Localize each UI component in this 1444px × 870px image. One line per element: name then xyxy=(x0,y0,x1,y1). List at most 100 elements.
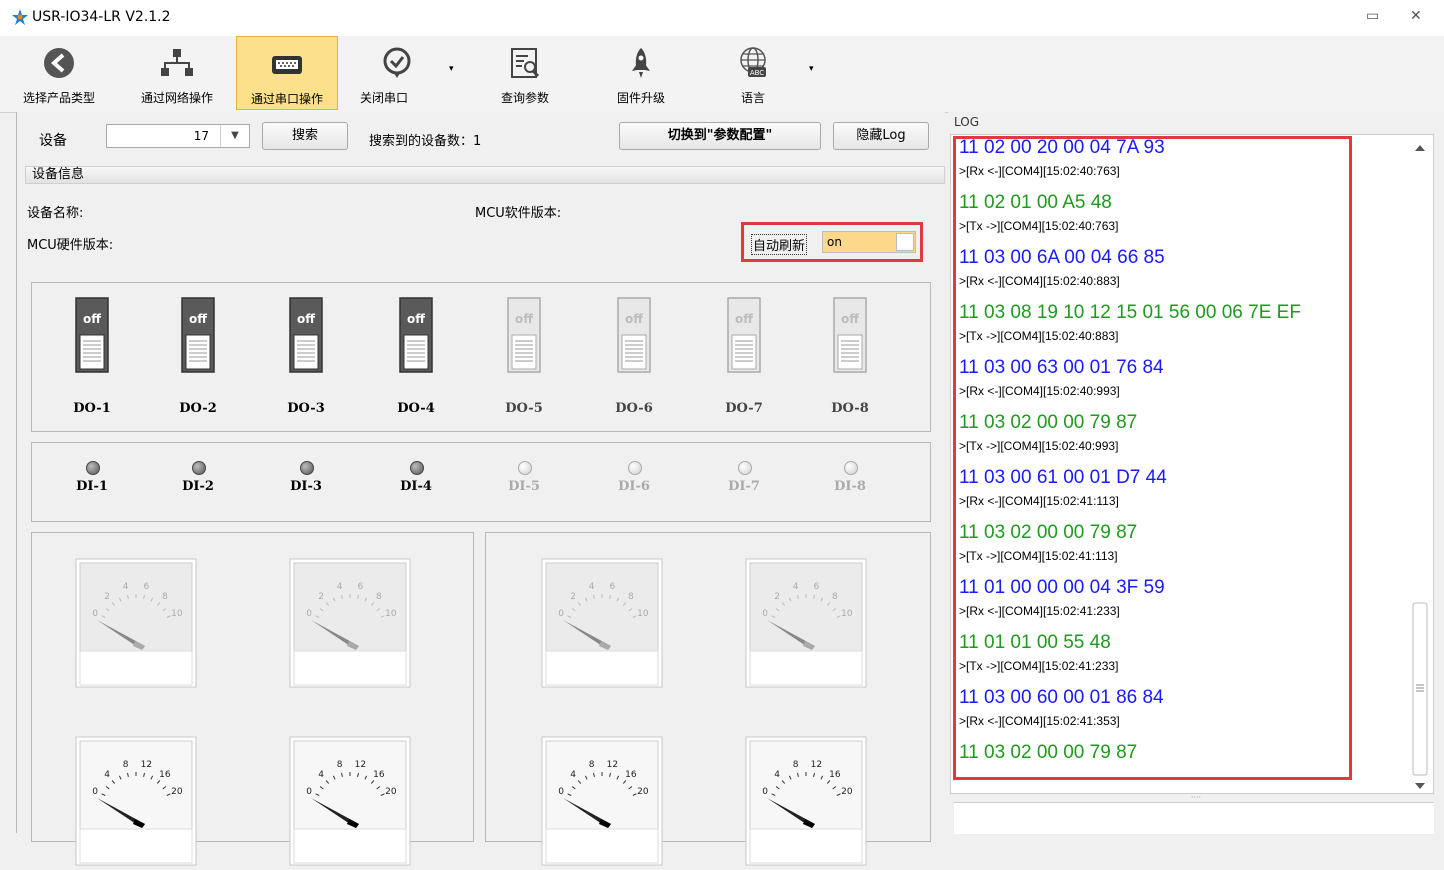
device-info-header: 设备信息 xyxy=(25,166,945,184)
svg-text:4: 4 xyxy=(589,582,595,592)
input-led-icon xyxy=(844,461,858,475)
svg-text:20: 20 xyxy=(171,787,183,797)
svg-text:12: 12 xyxy=(355,760,366,770)
title-bar: USR-IO34-LR V2.1.2 ▭ ✕ xyxy=(0,0,1444,37)
svg-text:20: 20 xyxy=(841,787,853,797)
input-led-icon xyxy=(300,461,314,475)
svg-text:off: off xyxy=(83,312,101,326)
input-label: DI-1 xyxy=(76,479,108,494)
voltage-gauge: 0 2 4 6 8 10 xyxy=(541,558,663,688)
chevron-down-icon[interactable]: ▾ xyxy=(809,64,814,74)
output-toggle-switch[interactable]: off xyxy=(75,297,109,373)
toolbar-label: 查询参数 xyxy=(500,91,549,105)
svg-text:8: 8 xyxy=(337,760,343,770)
close-serial-button[interactable]: 关闭串口 xyxy=(338,36,456,110)
device-value: 17 xyxy=(193,129,209,143)
log-meta-line: >[Rx <-][COM4][15:02:40:883] xyxy=(959,274,1120,288)
input-label: DI-6 xyxy=(618,479,650,494)
hide-log-button[interactable]: 隐藏Log xyxy=(833,122,929,150)
svg-text:2: 2 xyxy=(318,592,324,602)
svg-text:off: off xyxy=(297,312,315,326)
svg-text:0: 0 xyxy=(92,609,98,619)
current-gauge: 0 4 8 12 16 20 xyxy=(745,736,867,866)
input-label: DI-4 xyxy=(400,479,432,494)
network-operate-button[interactable]: 通过网络操作 xyxy=(118,36,236,110)
svg-text:0: 0 xyxy=(306,787,312,797)
input-led-icon xyxy=(518,461,532,475)
log-meta-line: >[Rx <-][COM4][15:02:41:233] xyxy=(959,604,1120,618)
svg-text:20: 20 xyxy=(385,787,397,797)
log-scrollbar[interactable] xyxy=(1411,137,1429,791)
output-toggle-switch[interactable]: off xyxy=(289,297,323,373)
toolbar-label: 通过网络操作 xyxy=(140,91,213,105)
svg-text:8: 8 xyxy=(123,760,129,770)
language-button[interactable]: ABC 语言 xyxy=(700,36,806,110)
toolbar-label: 语言 xyxy=(740,91,765,105)
output-toggle-switch[interactable]: off xyxy=(617,297,651,373)
search-button[interactable]: 搜索 xyxy=(262,122,348,150)
svg-text:10: 10 xyxy=(637,609,649,619)
output-toggle-switch[interactable]: off xyxy=(507,297,541,373)
svg-text:12: 12 xyxy=(607,760,618,770)
voltage-gauge: 0 2 4 6 8 10 xyxy=(75,558,197,688)
app-logo-icon xyxy=(12,9,28,25)
log-hex-line: 11 03 00 6A 00 04 66 85 xyxy=(959,247,1165,268)
current-gauge: 0 4 8 12 16 20 xyxy=(289,736,411,866)
output-toggle-switch[interactable]: off xyxy=(399,297,433,373)
svg-text:4: 4 xyxy=(774,770,780,780)
switch-config-button[interactable]: 切换到"参数配置" xyxy=(619,122,821,150)
send-textbox[interactable] xyxy=(954,802,1434,834)
svg-text:2: 2 xyxy=(104,592,110,602)
svg-text:8: 8 xyxy=(162,592,168,602)
svg-text:16: 16 xyxy=(373,770,385,780)
output-label: DO-1 xyxy=(73,401,111,416)
output-toggle-switch[interactable]: off xyxy=(833,297,867,373)
output-toggle-switch[interactable]: off xyxy=(181,297,215,373)
log-hex-line: 11 03 02 00 00 79 87 xyxy=(959,412,1138,433)
output-label: DO-2 xyxy=(179,401,217,416)
svg-text:0: 0 xyxy=(762,609,768,619)
svg-text:12: 12 xyxy=(141,760,152,770)
log-hex-line: 11 03 02 00 00 79 87 xyxy=(959,742,1138,763)
output-toggle-switch[interactable]: off xyxy=(727,297,761,373)
svg-text:0: 0 xyxy=(762,787,768,797)
toolbar-label: 通过串口操作 xyxy=(250,92,323,106)
close-button[interactable]: ✕ xyxy=(1410,8,1422,24)
log-meta-line: >[Rx <-][COM4][15:02:41:113] xyxy=(959,494,1119,508)
svg-text:16: 16 xyxy=(625,770,637,780)
svg-text:8: 8 xyxy=(832,592,838,602)
log-hex-line: 11 03 00 61 00 01 D7 44 xyxy=(959,467,1167,488)
log-hex-line: 11 02 00 20 00 04 7A 93 xyxy=(959,137,1165,158)
log-meta-line: >[Rx <-][COM4][15:02:40:763] xyxy=(959,164,1120,178)
auto-refresh-value: on xyxy=(827,235,842,249)
svg-text:10: 10 xyxy=(841,609,853,619)
svg-text:off: off xyxy=(515,312,533,326)
device-select[interactable]: 17 ▼ xyxy=(106,124,250,148)
input-label: DI-8 xyxy=(834,479,866,494)
svg-text:4: 4 xyxy=(318,770,324,780)
window-title: USR-IO34-LR V2.1.2 xyxy=(32,9,171,25)
mcu-software-version-label: MCU软件版本: xyxy=(475,206,562,221)
log-meta-line: >[Rx <-][COM4][15:02:41:353] xyxy=(959,714,1120,728)
chevron-down-icon[interactable]: ▼ xyxy=(220,125,249,147)
svg-text:4: 4 xyxy=(570,770,576,780)
toolbar-label: 固件升级 xyxy=(616,91,665,105)
svg-text:10: 10 xyxy=(385,609,397,619)
minimize-button[interactable]: ▭ xyxy=(1366,8,1379,24)
svg-text:6: 6 xyxy=(610,582,616,592)
query-params-button[interactable]: 查询参数 xyxy=(472,36,578,110)
toggle-knob xyxy=(896,233,914,251)
log-meta-line: >[Tx ->][COM4][15:02:41:233] xyxy=(959,659,1119,673)
log-textbox[interactable]: 11 02 00 20 00 04 7A 93 >[Rx <-][COM4][15… xyxy=(950,134,1434,794)
log-meta-line: >[Tx ->][COM4][15:02:40:993] xyxy=(959,439,1119,453)
select-product-type-button[interactable]: 选择产品类型 xyxy=(0,36,118,110)
chevron-down-icon[interactable]: ▾ xyxy=(449,64,454,74)
serial-operate-button[interactable]: 通过串口操作 xyxy=(236,36,338,110)
svg-text:20: 20 xyxy=(637,787,649,797)
input-label: DI-5 xyxy=(508,479,540,494)
auto-refresh-toggle[interactable]: on xyxy=(822,231,916,253)
toolbar: 选择产品类型 通过网络操作 通过串口操作 关闭串口 ▾ 查询参数 固件升级 AB… xyxy=(0,36,1444,113)
log-hex-line: 11 03 02 00 00 79 87 xyxy=(959,522,1138,543)
svg-text:2: 2 xyxy=(570,592,576,602)
firmware-upgrade-button[interactable]: 固件升级 xyxy=(588,36,694,110)
